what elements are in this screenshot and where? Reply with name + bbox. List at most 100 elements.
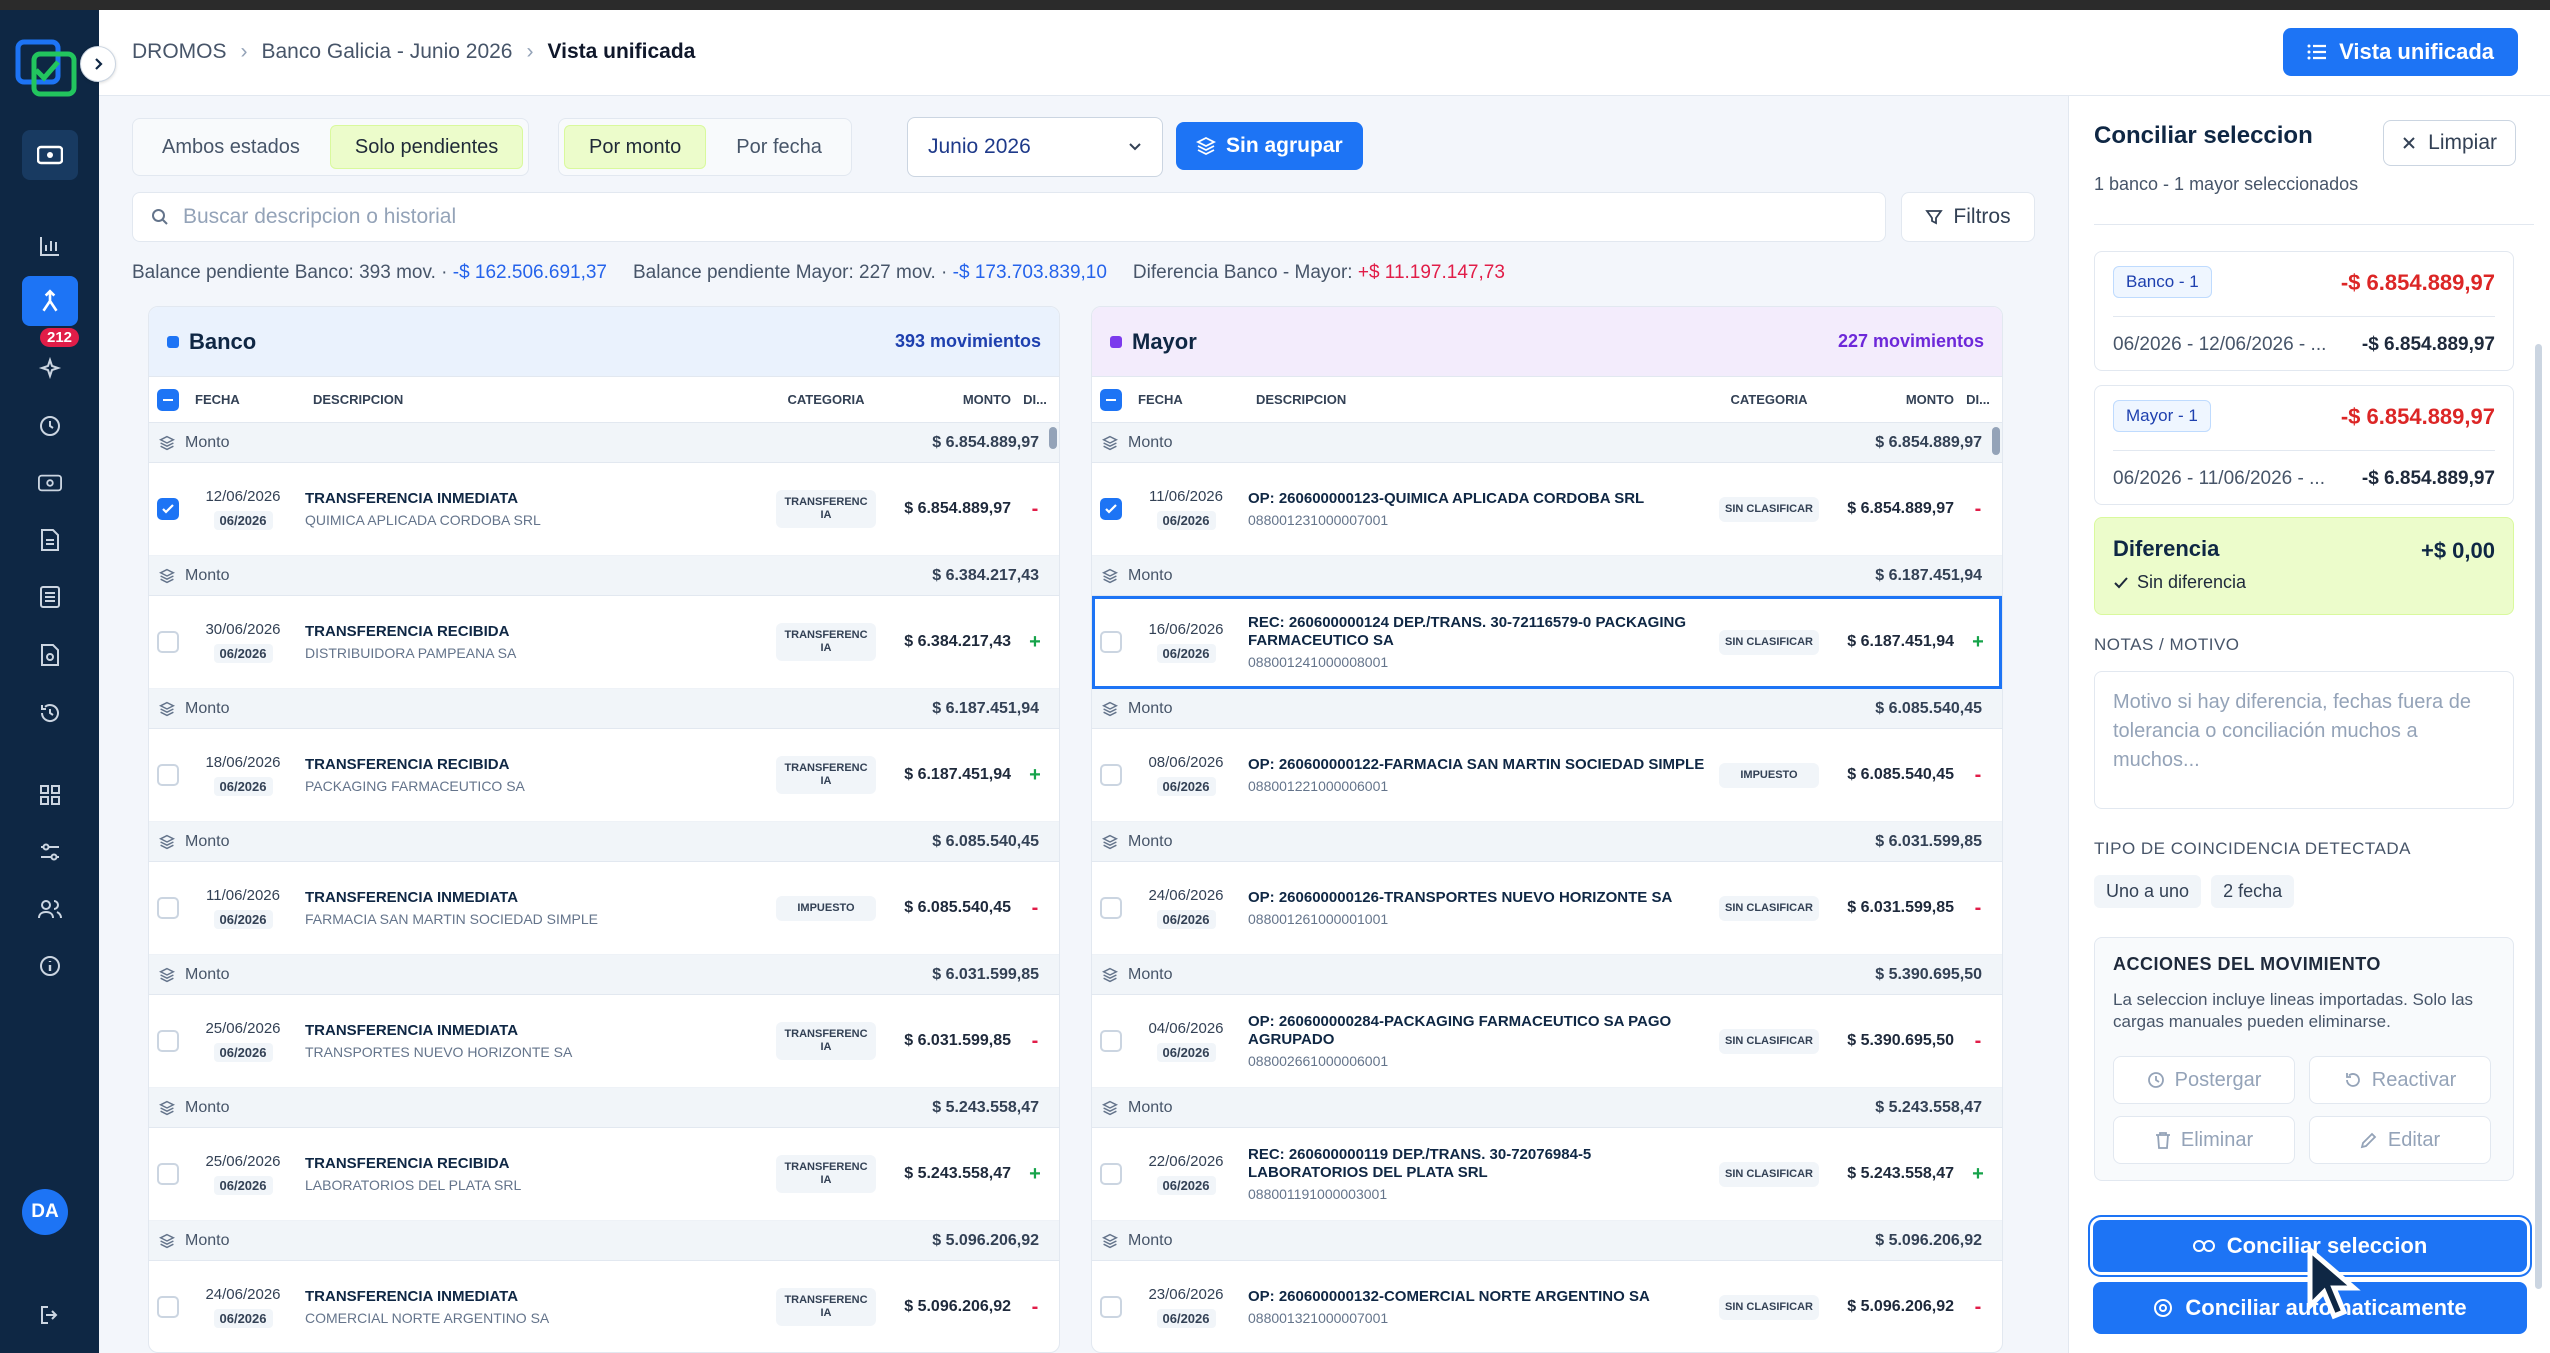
col-fecha[interactable]: FECHA	[1132, 392, 1240, 407]
reactivar-button[interactable]: Reactivar	[2309, 1056, 2491, 1104]
row-sign: -	[1974, 1295, 1982, 1318]
row-category: SIN CLASIFICAR	[1714, 1161, 1824, 1187]
mayor-scrollbar[interactable]	[1992, 427, 2000, 455]
chevron-down-icon	[1129, 143, 1141, 151]
table-row[interactable]: 18/06/2026 06/2026 TRANSFERENCIA RECIBIDA P…	[149, 729, 1059, 822]
toggle-ambos-estados[interactable]: Ambos estados	[138, 125, 324, 169]
nav-cash-icon[interactable]	[22, 130, 78, 180]
col-di[interactable]: DI...	[1954, 392, 2002, 407]
filtros-button[interactable]: Filtros	[1901, 192, 2035, 242]
col-di[interactable]: DI...	[1011, 392, 1059, 407]
user-avatar[interactable]: DA	[22, 1189, 68, 1235]
search-input[interactable]: Buscar descripcion o historial	[132, 192, 1886, 242]
table-row[interactable]: 23/06/2026 06/2026 OP: 260600000132-COMERC…	[1092, 1261, 2002, 1352]
table-row[interactable]: 25/06/2026 06/2026 TRANSFERENCIA RECIBIDA L…	[149, 1128, 1059, 1221]
table-row[interactable]: 22/06/2026 06/2026 REC: 260600000119 DEP./…	[1092, 1128, 2002, 1221]
mayor-select-all-checkbox[interactable]	[1100, 388, 1122, 411]
row-checkbox[interactable]	[1100, 1163, 1122, 1185]
acciones-note: La seleccion incluye lineas importadas. …	[2113, 990, 2474, 1031]
eliminar-button[interactable]: Eliminar	[2113, 1116, 2295, 1164]
row-checkbox[interactable]	[157, 631, 179, 653]
row-checkbox[interactable]	[157, 897, 179, 919]
table-row[interactable]: 25/06/2026 06/2026 TRANSFERENCIA INMEDIATA…	[149, 995, 1059, 1088]
row-checkbox[interactable]	[1100, 897, 1122, 919]
nav-file-search-icon[interactable]	[22, 630, 78, 680]
nav-sliders-icon[interactable]	[22, 827, 78, 877]
banco-select-all-checkbox[interactable]	[157, 388, 179, 411]
table-row[interactable]: 24/06/2026 06/2026 TRANSFERENCIA INMEDIATA…	[149, 1261, 1059, 1352]
notes-textarea[interactable]: Motivo si hay diferencia, fechas fuera d…	[2094, 671, 2514, 809]
col-categoria[interactable]: CATEGORIA	[1714, 392, 1824, 407]
group-label: Monto	[1128, 1098, 1173, 1116]
row-description: TRANSFERENCIA INMEDIATA TRANSPORTES NUEVO…	[305, 1022, 573, 1060]
table-row[interactable]: 12/06/2026 06/2026 TRANSFERENCIA INMEDIATA…	[149, 463, 1059, 556]
target-icon	[2154, 1299, 2173, 1317]
col-categoria[interactable]: CATEGORIA	[771, 392, 881, 407]
table-row[interactable]: 08/06/2026 06/2026 OP: 260600000122-FARMAC…	[1092, 729, 2002, 822]
group-header: Monto $ 5.096.206,92	[149, 1221, 1059, 1261]
toggle-solo-pendientes[interactable]: Solo pendientes	[329, 125, 524, 169]
editar-button[interactable]: Editar	[2309, 1116, 2491, 1164]
col-descripcion[interactable]: DESCRIPCION	[297, 392, 771, 407]
row-checkbox[interactable]	[1100, 631, 1122, 653]
col-fecha[interactable]: FECHA	[189, 392, 297, 407]
row-checkbox[interactable]	[1100, 498, 1122, 520]
nav-info-icon[interactable]	[22, 941, 78, 991]
vista-unificada-button[interactable]: Vista unificada	[2283, 28, 2518, 76]
col-monto[interactable]: MONTO	[881, 392, 1011, 407]
row-checkbox[interactable]	[1100, 1030, 1122, 1052]
sin-agrupar-button[interactable]: Sin agrupar	[1176, 122, 1363, 170]
nav-grid-icon[interactable]	[22, 770, 78, 820]
sidebar-expand-button[interactable]	[80, 46, 116, 82]
row-checkbox[interactable]	[1100, 764, 1122, 786]
row-checkbox[interactable]	[157, 764, 179, 786]
table-row[interactable]: 16/06/2026 06/2026 REC: 260600000124 DEP./…	[1092, 596, 2002, 689]
mayor-count: 227 movimientos	[1837, 331, 1984, 351]
layers-icon	[159, 967, 175, 982]
table-row[interactable]: 24/06/2026 06/2026 OP: 260600000126-TRANSP…	[1092, 862, 2002, 955]
row-description: REC: 260600000119 DEP./TRANS. 30-7207698…	[1248, 1146, 1592, 1202]
nav-sparkle-icon[interactable]	[22, 344, 78, 394]
mayor-selection-card: Mayor - 1 -$ 6.854.889,97 06/2026 - 11/0…	[2094, 385, 2514, 505]
postergar-button[interactable]: Postergar	[2113, 1056, 2295, 1104]
logout-icon[interactable]	[22, 1290, 78, 1340]
banco-scrollbar[interactable]	[1049, 427, 1057, 449]
col-monto[interactable]: MONTO	[1824, 392, 1954, 407]
nav-merge-icon[interactable]	[22, 276, 78, 326]
nav-wallet-icon[interactable]	[22, 458, 78, 508]
period-select[interactable]: Junio 2026	[907, 117, 1163, 177]
nav-list-icon[interactable]	[22, 572, 78, 622]
conciliar-scrollbar[interactable]	[2535, 344, 2542, 1289]
table-row[interactable]: 30/06/2026 06/2026 TRANSFERENCIA RECIBIDA D…	[149, 596, 1059, 689]
toggle-por-monto[interactable]: Por monto	[564, 125, 707, 169]
limpiar-button[interactable]: Limpiar	[2383, 120, 2516, 166]
row-checkbox[interactable]	[157, 1030, 179, 1052]
row-checkbox[interactable]	[157, 1163, 179, 1185]
row-checkbox[interactable]	[157, 498, 179, 520]
col-descripcion[interactable]: DESCRIPCION	[1240, 392, 1714, 407]
nav-history-icon[interactable]	[22, 688, 78, 738]
limpiar-label: Limpiar	[2428, 131, 2497, 154]
row-description: OP: 260600000122-FARMACIA SAN MARTIN SOC…	[1248, 756, 1705, 794]
row-category: SIN CLASIFICAR	[1714, 629, 1824, 655]
nav-users-icon[interactable]	[22, 884, 78, 934]
row-sign: -	[1031, 497, 1039, 520]
breadcrumb-current: Vista unificada	[547, 40, 696, 63]
table-row[interactable]: 11/06/2026 06/2026 OP: 260600000123-QUIMIC…	[1092, 463, 2002, 556]
row-description: OP: 260600000284-PACKAGING FARMACEUTICO …	[1248, 1013, 1672, 1069]
breadcrumb-parent[interactable]: Banco Galicia - Junio 2026	[262, 40, 513, 64]
nav-chart-icon[interactable]	[22, 221, 78, 271]
breadcrumb-root[interactable]: DROMOS	[132, 40, 227, 64]
group-label: Monto	[185, 433, 230, 451]
toggle-por-fecha[interactable]: Por fecha	[712, 125, 846, 169]
row-checkbox[interactable]	[157, 1296, 179, 1318]
group-label: Monto	[185, 832, 230, 850]
table-row[interactable]: 04/06/2026 06/2026 OP: 260600000284-PACKAG…	[1092, 995, 2002, 1088]
nav-document-icon[interactable]	[22, 515, 78, 565]
row-checkbox[interactable]	[1100, 1296, 1122, 1318]
row-date: 11/06/2026 06/2026	[206, 887, 280, 929]
row-amount: $ 6.085.540,45	[904, 899, 1011, 916]
row-date: 12/06/2026 06/2026	[205, 488, 281, 530]
table-row[interactable]: 11/06/2026 06/2026 TRANSFERENCIA INMEDIATA…	[149, 862, 1059, 955]
nav-clock-icon[interactable]	[22, 401, 78, 451]
